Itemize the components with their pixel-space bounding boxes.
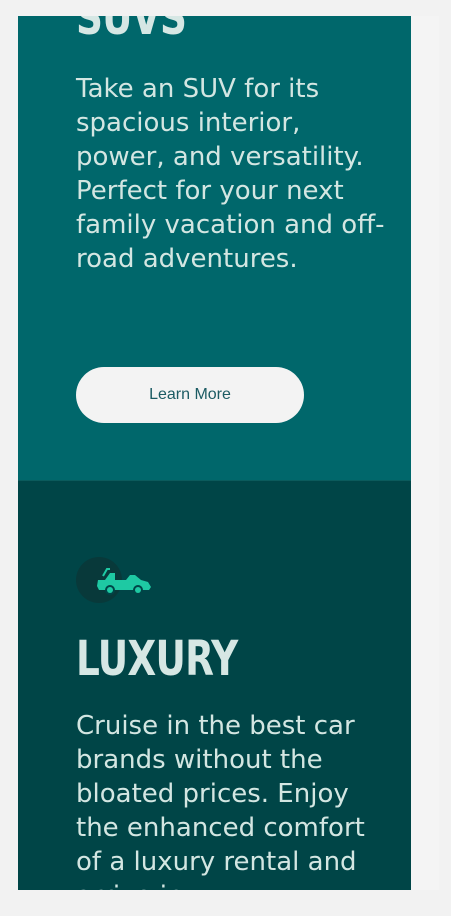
luxury-description: Cruise in the best car brands without th… [76,711,365,890]
content-viewport: SUVS Take an SUV for its spacious interi… [18,16,411,890]
luxury-card: LUXURY Cruise in the best car brands wit… [18,480,411,890]
luxury-title: LUXURY [76,631,238,687]
scrollbar-track[interactable] [411,16,439,890]
learn-more-button[interactable]: Learn More [76,367,304,423]
luxury-icon-container [76,557,154,605]
suv-card: SUVS Take an SUV for its spacious interi… [18,16,411,480]
suv-description: Take an SUV for its spacious interior, p… [76,74,385,274]
suv-title: SUVS [76,16,187,46]
convertible-car-icon [97,568,151,595]
